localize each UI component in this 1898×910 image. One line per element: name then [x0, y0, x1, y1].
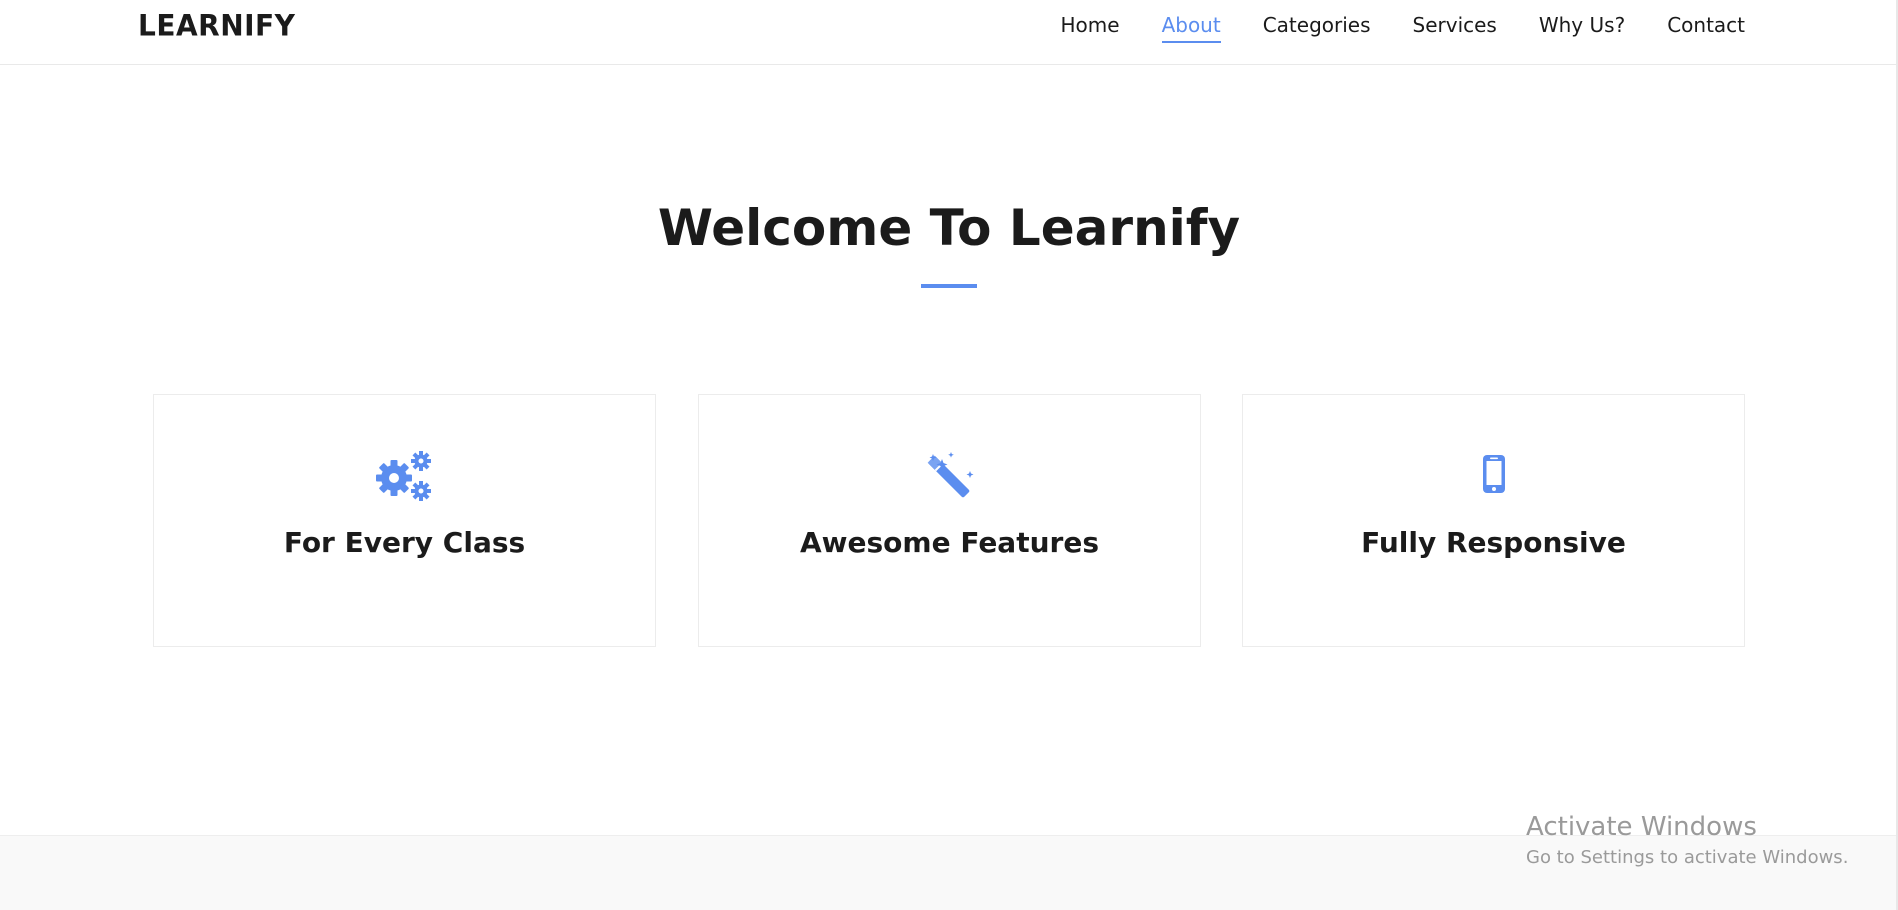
- nav-item-services[interactable]: Services: [1413, 0, 1497, 50]
- card-title: Awesome Features: [799, 526, 1099, 559]
- nav-item-why-us[interactable]: Why Us?: [1539, 0, 1625, 50]
- card-title: Fully Responsive: [1361, 526, 1626, 559]
- page: LEARNIFY Home About Categories Services …: [0, 0, 1898, 910]
- nav-item-contact[interactable]: Contact: [1667, 0, 1745, 50]
- magic-wand-icon: [920, 449, 980, 505]
- site-header: LEARNIFY Home About Categories Services …: [0, 0, 1898, 65]
- nav-item-home[interactable]: Home: [1061, 0, 1120, 50]
- feature-card-awesome-features: Awesome Features: [698, 394, 1201, 647]
- windows-activation-watermark: Activate Windows Go to Settings to activ…: [1526, 810, 1848, 870]
- title-underline: [921, 284, 977, 288]
- feature-card-every-class: For Every Class: [153, 394, 656, 647]
- watermark-subtitle: Go to Settings to activate Windows.: [1526, 847, 1849, 868]
- mobile-phone-icon: [1464, 449, 1524, 505]
- watermark-title: Activate Windows: [1526, 812, 1757, 842]
- nav-item-categories[interactable]: Categories: [1263, 0, 1371, 50]
- card-title: For Every Class: [283, 526, 526, 559]
- section-title: Welcome To Learnify: [657, 199, 1241, 257]
- feature-card-fully-responsive: Fully Responsive: [1242, 394, 1745, 647]
- gears-icon: [375, 449, 435, 505]
- site-logo[interactable]: LEARNIFY: [138, 9, 295, 43]
- nav-item-about[interactable]: About: [1161, 0, 1221, 50]
- main-nav: Home About Categories Services Why Us? C…: [1061, 0, 1745, 50]
